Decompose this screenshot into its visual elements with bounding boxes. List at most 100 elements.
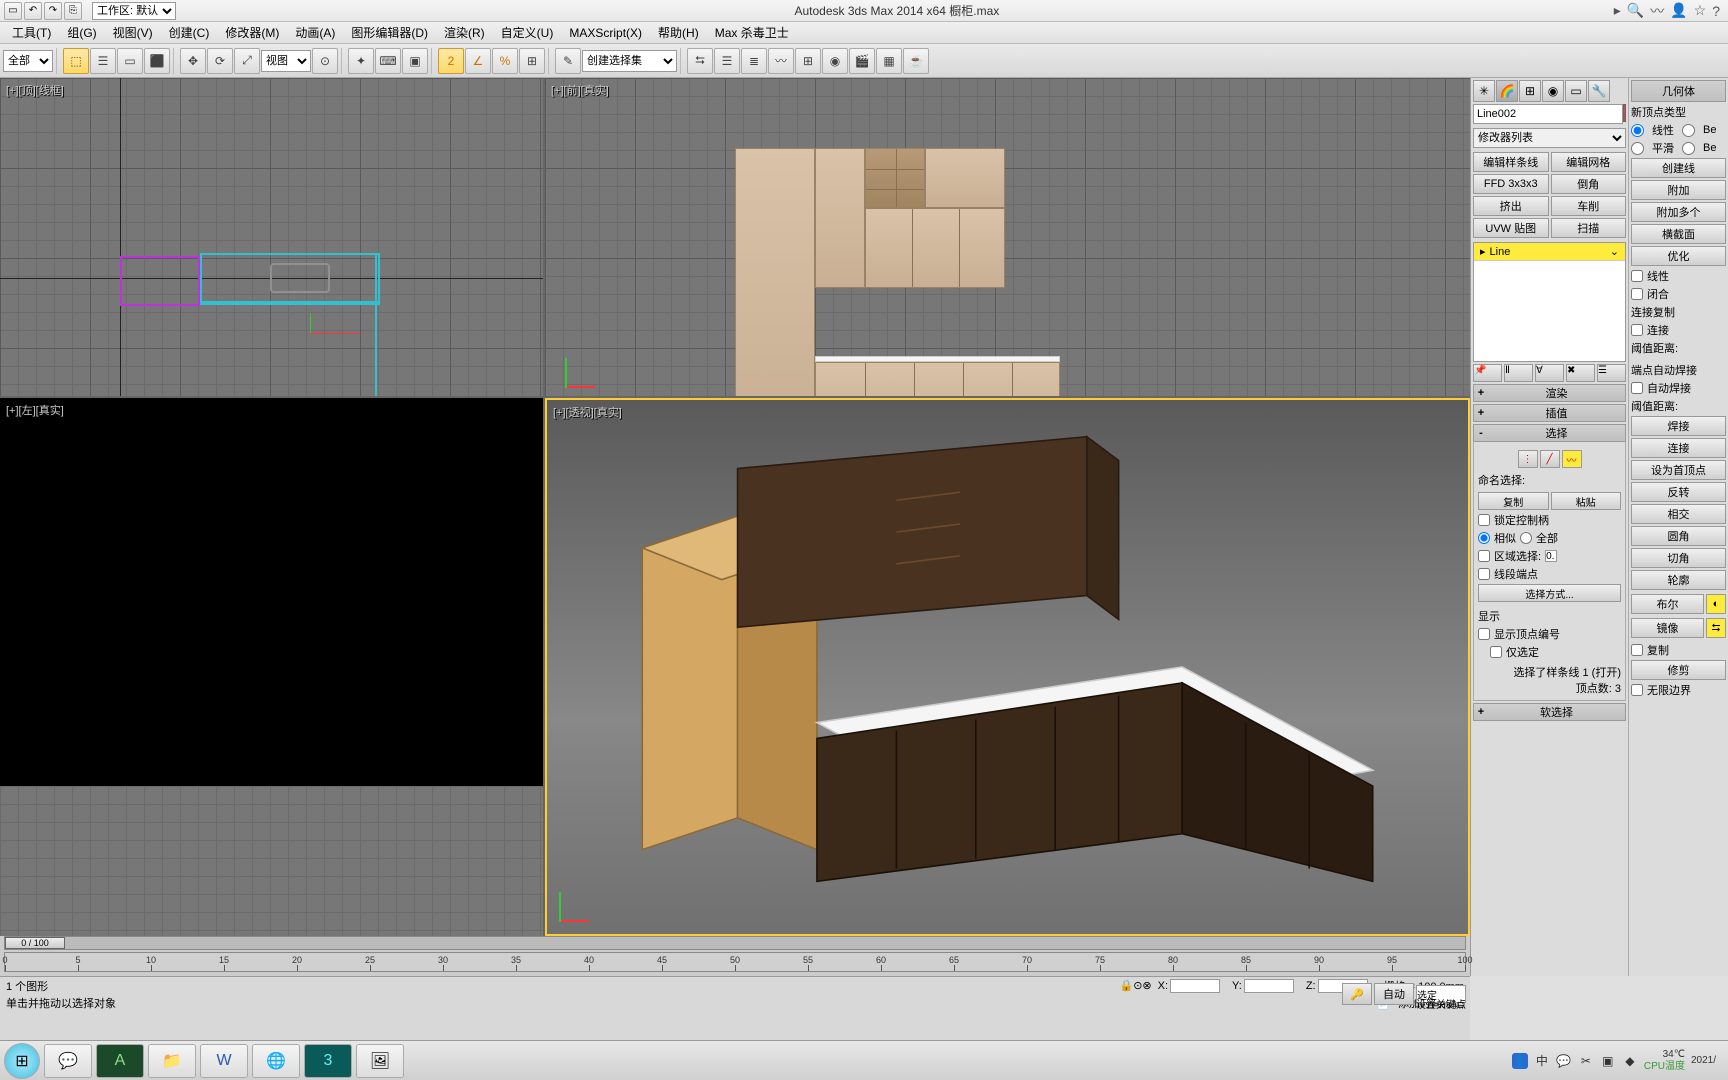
optimize-button[interactable]: 优化 [1631,246,1726,266]
all-radio[interactable] [1520,532,1532,544]
window-crossing-icon[interactable]: ⬛ [144,48,170,74]
create-line-button[interactable]: 创建线 [1631,158,1726,178]
bezier-radio[interactable] [1682,124,1695,137]
ref-coord-dropdown[interactable]: 视图 [261,50,311,72]
play-icon[interactable]: ▸ [1614,2,1621,19]
select-manipulate-icon[interactable]: ✦ [348,48,374,74]
snap-angle-icon[interactable]: ∠ [465,48,491,74]
move-icon[interactable]: ✥ [180,48,206,74]
btn-edit-mesh[interactable]: 编辑网格 [1551,152,1627,172]
render-setup-icon[interactable]: 🎬 [849,48,875,74]
trim-button[interactable]: 修剪 [1631,660,1726,680]
cross-section-button[interactable]: 横截面 [1631,224,1726,244]
menu-tools[interactable]: 工具(T) [4,22,59,43]
auto-key-button[interactable]: 自动 [1374,983,1414,1005]
keyboard-shortcut-icon[interactable]: ⌨ [375,48,401,74]
align-icon[interactable]: ☰ [714,48,740,74]
menu-view[interactable]: 视图(V) [105,22,161,43]
schematic-view-icon[interactable]: ⊞ [795,48,821,74]
taskbar-3dsmax-icon[interactable]: 3 [304,1044,352,1078]
tab-modify-icon[interactable]: 🌈 [1496,80,1518,102]
select-by-button[interactable]: 选择方式... [1478,584,1621,602]
tray-notif-icon[interactable]: 💬 [1556,1053,1572,1069]
tray-qq-icon[interactable]: 👤 [1512,1053,1528,1069]
bezier-corner-radio[interactable] [1682,142,1695,155]
snap-2d-icon[interactable]: 2 [438,48,464,74]
configure-sets-icon[interactable]: ☰ [1597,364,1626,382]
person-icon[interactable]: 👤 [1670,2,1687,19]
key-icon[interactable]: 🔑 [1342,983,1372,1005]
taskbar-wechat-icon[interactable]: 💬 [44,1044,92,1078]
material-editor-icon[interactable]: ◉ [822,48,848,74]
viewport-front-label[interactable]: [+][前][真实] [551,82,609,98]
tray-app2-icon[interactable]: ◆ [1622,1053,1638,1069]
taskbar-browser-icon[interactable]: 🌐 [252,1044,300,1078]
tangent-button[interactable]: 切角 [1631,548,1726,568]
auto-weld-checkbox[interactable] [1631,382,1643,394]
tab-create-icon[interactable]: ✳ [1473,80,1495,102]
pin-stack-icon[interactable]: 📌 [1473,364,1502,382]
named-sel-sets-icon[interactable]: ▣ [402,48,428,74]
menu-maxscript[interactable]: MAXScript(X) [561,24,650,42]
reverse-button[interactable]: 反转 [1631,482,1726,502]
rollout-selection-header[interactable]: -选择 [1473,424,1626,442]
spinner-snap-icon[interactable]: ⊞ [519,48,545,74]
time-slider-handle[interactable]: 0 / 100 [5,937,65,949]
lock-icon[interactable]: 🔒 [1119,979,1133,992]
viewport-top[interactable]: [+][顶][线框] [0,78,543,396]
copy-sel-button[interactable]: 复制 [1478,492,1549,510]
rollout-interp-header[interactable]: +插值 [1473,404,1626,422]
y-coord-input[interactable] [1244,979,1294,993]
select-object-icon[interactable]: ⬚ [63,48,89,74]
segment-end-checkbox[interactable] [1478,568,1490,580]
rect-select-icon[interactable]: ▭ [117,48,143,74]
viewport-front[interactable]: [+][前][真实] [545,78,1470,396]
viewport-top-label[interactable]: [+][顶][线框] [6,82,64,98]
time-ruler[interactable]: 0510152025303540455055606570758085909510… [4,952,1466,972]
time-slider[interactable]: 0 / 100 [4,936,1466,950]
attach-button[interactable]: 附加 [1631,180,1726,200]
tab-utility-icon[interactable]: 🔧 [1588,80,1610,102]
viewport-perspective[interactable]: [+][透视][真实] [545,398,1470,936]
qat-link-icon[interactable]: ⎘ [64,2,82,20]
modifier-stack[interactable]: ▸ Line ⌄ [1473,242,1626,362]
modifier-stack-item[interactable]: ▸ Line ⌄ [1474,243,1625,261]
mirror-icon[interactable]: ⮀ [687,48,713,74]
copy-checkbox[interactable] [1631,644,1643,656]
wave-icon[interactable]: 〰 [1650,1,1664,21]
intersect-button[interactable]: 相交 [1631,504,1726,524]
btn-ffd[interactable]: FFD 3x3x3 [1473,174,1549,194]
snap-percent-icon[interactable]: % [492,48,518,74]
workspace-dropdown[interactable]: 工作区: 默认 [92,2,176,20]
expand-icon[interactable]: ▸ [1480,245,1486,258]
menu-animation[interactable]: 动画(A) [287,22,343,43]
rollout-render-header[interactable]: +渲染 [1473,384,1626,402]
lock2-icon[interactable]: ⊙ [1133,979,1142,992]
layers-icon[interactable]: ≣ [741,48,767,74]
tab-display-icon[interactable]: ▭ [1565,80,1587,102]
btn-chamfer[interactable]: 倒角 [1551,174,1627,194]
make-unique-icon[interactable]: ∀ [1535,364,1564,382]
render-icon[interactable]: ☕ [903,48,929,74]
edit-named-sel-icon[interactable]: ✎ [555,48,581,74]
tray-ime-icon[interactable]: 中 [1534,1053,1550,1069]
remove-mod-icon[interactable]: ✖ [1566,364,1595,382]
chevron-down-icon[interactable]: ⌄ [1610,245,1619,258]
lock3-icon[interactable]: ⊗ [1142,979,1151,992]
show-end-result-icon[interactable]: Ⅱ [1504,364,1533,382]
connect-checkbox[interactable] [1631,324,1643,336]
object-color-swatch[interactable] [1623,104,1626,122]
x-coord-input[interactable] [1170,979,1220,993]
qat-undo-icon[interactable]: ↶ [24,2,42,20]
make-first-button[interactable]: 设为首顶点 [1631,460,1726,480]
menu-graph-editor[interactable]: 图形编辑器(D) [343,22,436,43]
qat-new-icon[interactable]: ▭ [4,2,22,20]
btn-sweep[interactable]: 扫描 [1551,218,1627,238]
menu-group[interactable]: 组(G) [59,22,104,43]
tab-hierarchy-icon[interactable]: ⊞ [1519,80,1541,102]
area-select-checkbox[interactable] [1478,550,1490,562]
taskbar-word-icon[interactable]: W [200,1044,248,1078]
menu-modifier[interactable]: 修改器(M) [217,22,287,43]
scale-icon[interactable]: ⤢ [234,48,260,74]
tray-scissors-icon[interactable]: ✂ [1578,1053,1594,1069]
